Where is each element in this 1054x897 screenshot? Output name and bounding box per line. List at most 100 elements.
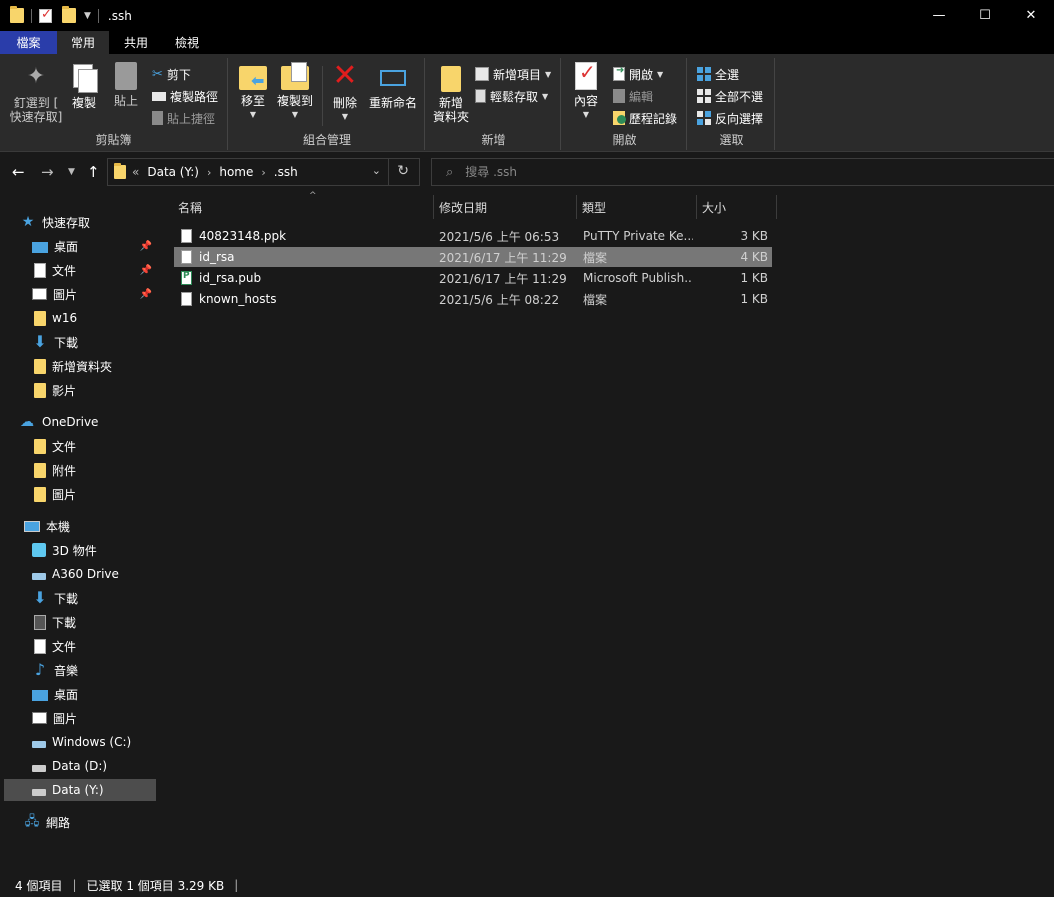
window-controls: — ☐ ✕ — [916, 0, 1054, 31]
rename-button[interactable]: 重新命名 — [368, 62, 418, 110]
new-folder-button[interactable]: 新增 資料夾 — [431, 62, 471, 124]
tab-file[interactable]: 檔案 — [0, 31, 57, 54]
sidebar-item-pc-documents[interactable]: 文件 — [32, 635, 156, 657]
forward-arrow-icon[interactable]: → — [41, 163, 54, 181]
pin-icon[interactable]: 📌 — [140, 265, 152, 276]
address-dropdown-chevron-icon[interactable]: ⌄ — [372, 164, 381, 177]
sidebar-item-pictures[interactable]: 圖片 📌 — [32, 283, 156, 305]
select-all-button[interactable]: 全選 — [697, 64, 739, 84]
file-icon — [181, 250, 192, 264]
sidebar-item-pc-downloads[interactable]: ⬇ 下載 — [32, 587, 156, 609]
separator — [97, 8, 99, 23]
maximize-button[interactable]: ☐ — [962, 0, 1008, 31]
delete-button[interactable]: ✕ 刪除 ▼ — [330, 61, 360, 124]
copy-path-button[interactable]: 複製路徑 — [152, 86, 218, 106]
open-button[interactable]: ➜ 開啟 ▼ — [613, 64, 663, 84]
new-folder-icon[interactable] — [62, 6, 76, 23]
pin-icon[interactable]: 📌 — [140, 289, 152, 300]
paste-button[interactable]: 貼上 — [110, 62, 142, 108]
sidebar-item-new-folder[interactable]: 新增資料夾 — [32, 355, 156, 377]
cut-button[interactable]: ✂ 剪下 — [152, 64, 191, 84]
back-arrow-icon[interactable]: ← — [12, 163, 25, 181]
tab-home[interactable]: 常用 — [57, 31, 109, 54]
new-item-button[interactable]: 新增項目 ▼ — [475, 64, 551, 84]
sidebar-item-downloads[interactable]: ⬇ 下載 — [32, 331, 156, 353]
tab-view[interactable]: 檢視 — [163, 31, 213, 54]
file-row-selected[interactable]: id_rsa 2021/6/17 上午 11:29 檔案 4 KB — [174, 247, 772, 267]
up-arrow-icon[interactable]: ↑ — [87, 163, 100, 181]
properties-button[interactable]: 內容 ▼ — [571, 62, 601, 122]
recent-locations-chevron-icon[interactable]: ▼ — [68, 167, 75, 177]
column-header-type[interactable]: 類型 — [576, 193, 696, 221]
address-bar[interactable]: « Data (Y:) › home › .ssh ⌄ ↻ — [107, 158, 420, 186]
sidebar-item-pc-desktop[interactable]: 桌面 — [32, 683, 156, 705]
sidebar-item-pc-downloads-2[interactable]: 下載 — [32, 611, 156, 633]
file-row[interactable]: known_hosts 2021/5/6 上午 08:22 檔案 1 KB — [174, 289, 772, 309]
file-row[interactable]: id_rsa.pub 2021/6/17 上午 11:29 Microsoft … — [174, 268, 772, 288]
sidebar-item-od-pictures[interactable]: 圖片 — [32, 483, 156, 505]
copy-button[interactable]: 複製 — [68, 62, 100, 110]
minimize-button[interactable]: — — [916, 0, 962, 31]
copy-to-button[interactable]: 複製到 ▼ — [274, 62, 316, 122]
sidebar-item-data-d[interactable]: Data (D:) — [32, 755, 156, 777]
status-bar: 4 個項目 | 已選取 1 個項目 3.29 KB | — [0, 873, 1054, 897]
close-button[interactable]: ✕ — [1008, 0, 1054, 31]
column-header-size[interactable]: 大小 — [696, 193, 776, 221]
sidebar-item-od-documents[interactable]: 文件 — [32, 435, 156, 457]
chevron-down-icon: ▼ — [657, 69, 664, 79]
file-type: Microsoft Publish... — [583, 271, 693, 285]
column-separator[interactable] — [776, 195, 777, 219]
document-icon — [34, 262, 46, 278]
sidebar-item-od-attachments[interactable]: 附件 — [32, 459, 156, 481]
sidebar-item-desktop[interactable]: 桌面 📌 — [32, 235, 156, 257]
file-row[interactable]: 40823148.ppk 2021/5/6 上午 06:53 PuTTY Pri… — [174, 226, 772, 246]
sidebar-item-a360-drive[interactable]: A360 Drive — [32, 563, 156, 585]
column-header-name[interactable]: 名稱 ^ — [172, 191, 433, 221]
breadcrumb-item-data-y[interactable]: Data (Y:) — [147, 165, 199, 179]
breadcrumb: « Data (Y:) › home › .ssh — [132, 165, 298, 179]
column-header-date[interactable]: 修改日期 — [433, 193, 576, 221]
sidebar-item-w16[interactable]: w16 — [32, 307, 156, 329]
refresh-icon[interactable]: ↻ — [397, 163, 409, 179]
search-input[interactable] — [465, 165, 866, 179]
breadcrumb-item-ssh[interactable]: .ssh — [274, 165, 298, 179]
easy-access-button[interactable]: 輕鬆存取 ▼ — [475, 86, 548, 106]
separator: | — [234, 878, 239, 892]
sidebar-item-this-pc[interactable]: 本機 — [24, 515, 156, 537]
invert-selection-button[interactable]: 反向選擇 — [697, 108, 763, 128]
file-name: id_rsa.pub — [199, 271, 262, 285]
sidebar-item-label: 文件 — [52, 439, 77, 454]
edit-button[interactable]: 編輯 — [613, 86, 653, 106]
properties-icon[interactable] — [39, 7, 52, 23]
pin-to-quick-access-button[interactable]: ✦ 釘選到 [ 快速存取] — [8, 62, 64, 124]
sidebar-item-videos[interactable]: 影片 — [32, 379, 156, 401]
paste-shortcut-button[interactable]: 貼上捷徑 — [152, 108, 215, 128]
sidebar-item-3d-objects[interactable]: 3D 物件 — [32, 539, 156, 561]
pin-icon[interactable]: 📌 — [140, 241, 152, 252]
file-name: known_hosts — [199, 292, 277, 306]
chevron-right-icon[interactable]: › — [207, 166, 211, 179]
tab-share[interactable]: 共用 — [109, 31, 163, 54]
drive-icon — [32, 741, 46, 748]
sidebar-item-quick-access[interactable]: ★ 快速存取 — [20, 211, 172, 233]
sidebar-item-windows-c[interactable]: Windows (C:) — [32, 731, 156, 753]
sidebar-item-data-y[interactable]: Data (Y:) — [4, 779, 156, 801]
sidebar-item-network[interactable]: 🖧 網路 — [24, 811, 156, 833]
sidebar-item-documents[interactable]: 文件 📌 — [32, 259, 156, 281]
customize-toolbar-icon[interactable]: ▼ — [84, 11, 91, 21]
select-none-button[interactable]: 全部不選 — [697, 86, 763, 106]
column-header-label: 類型 — [582, 200, 607, 215]
move-to-button[interactable]: ⬅ 移至 ▼ — [238, 62, 268, 122]
breadcrumb-item-home[interactable]: home — [219, 165, 253, 179]
sidebar-item-pc-pictures[interactable]: 圖片 — [32, 707, 156, 729]
separator — [322, 66, 323, 126]
breadcrumb-overflow[interactable]: « — [132, 165, 139, 179]
sidebar-item-onedrive[interactable]: ☁ OneDrive — [20, 411, 156, 433]
sidebar-item-music[interactable]: ♪ 音樂 — [32, 659, 156, 681]
history-button[interactable]: 歷程記錄 — [613, 108, 677, 128]
chevron-right-icon[interactable]: › — [261, 166, 265, 179]
sidebar-item-label: w16 — [52, 311, 78, 325]
search-box[interactable]: ⌕ — [431, 158, 1054, 186]
clipboard-group: ✦ 釘選到 [ 快速存取] 複製 貼上 ✂ 剪下 複製路徑 貼上捷徑 剪貼簿 — [0, 58, 228, 150]
item-count: 4 個項目 — [15, 878, 63, 893]
